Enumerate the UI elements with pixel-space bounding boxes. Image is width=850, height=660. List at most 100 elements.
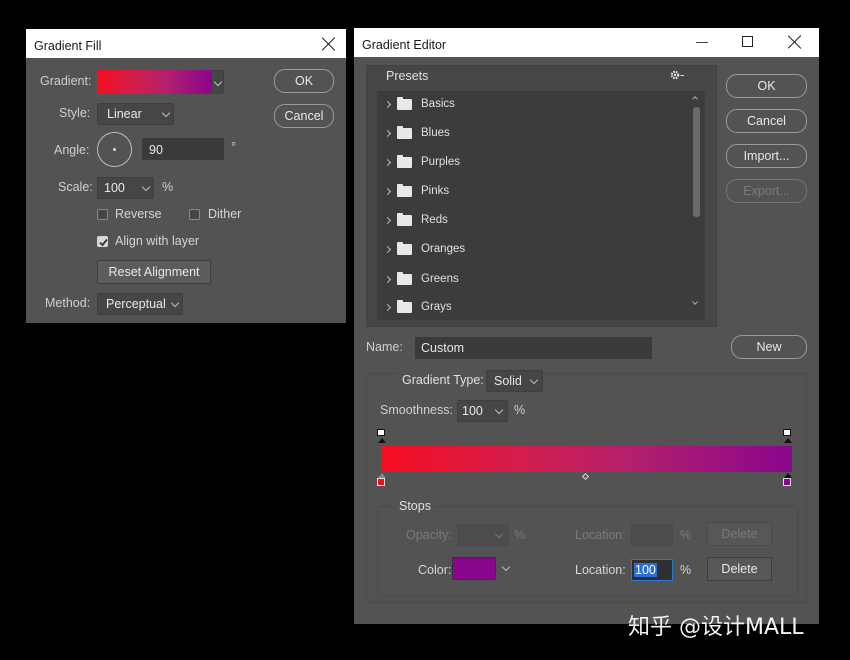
smoothness-value: 100 xyxy=(462,404,483,418)
scrollbar-thumb[interactable] xyxy=(693,107,700,217)
cancel-button[interactable]: Cancel xyxy=(726,109,807,133)
gradient-picker-dropdown[interactable] xyxy=(211,70,224,94)
degree-unit: ° xyxy=(231,140,236,154)
method-select[interactable]: Perceptual xyxy=(97,293,183,315)
opacity-location-label: Location: xyxy=(575,528,626,542)
scale-unit: % xyxy=(162,180,174,194)
dither-checkbox[interactable] xyxy=(189,209,200,220)
gradient-editor-dialog: Gradient Editor Presets Basics Blues Pur… xyxy=(354,28,819,624)
chevron-down-icon[interactable] xyxy=(501,562,511,572)
chevron-right-icon[interactable] xyxy=(383,187,392,196)
new-button[interactable]: New xyxy=(731,335,807,359)
stops-group: Stops Opacity: % Location: % Delete Colo… xyxy=(377,499,798,596)
angle-dial[interactable] xyxy=(97,132,132,167)
preset-folder[interactable]: Oranges xyxy=(377,237,687,266)
presets-panel: Presets Basics Blues Purples Pinks Reds … xyxy=(366,65,717,327)
preset-folder-label: Grays xyxy=(421,301,452,313)
dither-label: Dither xyxy=(208,207,242,221)
opacity-stop-right[interactable] xyxy=(783,429,793,443)
preset-folder-label: Reds xyxy=(421,214,448,226)
chevron-right-icon[interactable] xyxy=(383,303,392,312)
angle-label: Angle: xyxy=(54,143,90,157)
chevron-down-icon xyxy=(529,375,539,385)
color-delete-label: Delete xyxy=(721,562,758,576)
gradient-fill-titlebar: Gradient Fill xyxy=(26,29,346,58)
smoothness-unit: % xyxy=(514,403,526,417)
chevron-right-icon[interactable] xyxy=(383,275,392,284)
opacity-unit: % xyxy=(514,528,526,542)
chevron-down-icon xyxy=(213,77,223,87)
reset-alignment-button[interactable]: Reset Alignment xyxy=(97,260,211,284)
name-input[interactable]: Custom xyxy=(415,337,652,359)
close-icon[interactable] xyxy=(322,37,336,51)
checkmark-icon xyxy=(99,238,108,247)
style-label: Style: xyxy=(59,106,91,120)
color-delete-button[interactable]: Delete xyxy=(707,557,772,581)
opacity-stop-swatch xyxy=(783,429,791,436)
color-location-unit: % xyxy=(680,563,692,577)
angle-dial-dot xyxy=(113,148,116,151)
gradient-settings-group: Gradient Type: Solid Smoothness: 100 % S… xyxy=(366,370,807,603)
chevron-right-icon[interactable] xyxy=(383,216,392,225)
gradient-type-value: Solid xyxy=(494,374,522,388)
align-with-layer-checkbox[interactable] xyxy=(97,236,108,247)
export-label: Export... xyxy=(743,184,790,198)
ok-button[interactable]: OK xyxy=(274,69,334,93)
close-icon[interactable] xyxy=(788,35,802,49)
preset-folder[interactable]: Basics xyxy=(377,92,687,121)
cancel-button[interactable]: Cancel xyxy=(274,104,334,128)
presets-scrollbar[interactable] xyxy=(688,91,705,320)
color-stop-swatch-purple xyxy=(783,478,791,486)
presets-list[interactable]: Basics Blues Purples Pinks Reds Oranges … xyxy=(377,91,705,320)
gradient-fill-title: Gradient Fill xyxy=(34,39,102,53)
chevron-down-icon xyxy=(161,108,171,118)
smoothness-select[interactable]: 100 xyxy=(457,400,508,422)
preset-folder-label: Purples xyxy=(421,156,460,168)
chevron-down-icon xyxy=(494,405,504,415)
reverse-label: Reverse xyxy=(115,207,162,221)
preset-folder[interactable]: Blues xyxy=(377,121,687,150)
angle-input[interactable]: 90 xyxy=(142,138,224,160)
gradient-preview[interactable] xyxy=(97,70,211,94)
stops-label: Stops xyxy=(396,499,434,513)
preset-folder-label: Basics xyxy=(421,98,455,110)
gradient-type-select[interactable]: Solid xyxy=(486,370,543,392)
scroll-up-icon[interactable] xyxy=(692,96,698,102)
preset-folder[interactable]: Grays xyxy=(377,295,687,320)
preset-folder[interactable]: Pinks xyxy=(377,179,687,208)
color-swatch[interactable] xyxy=(452,557,496,580)
preset-folder[interactable]: Greens xyxy=(377,267,687,296)
color-stop-swatch-red xyxy=(377,478,385,486)
scroll-down-icon[interactable] xyxy=(692,299,698,305)
chevron-right-icon[interactable] xyxy=(383,158,392,167)
cancel-label: Cancel xyxy=(284,109,324,123)
scale-value: 100 xyxy=(104,181,125,195)
chevron-right-icon[interactable] xyxy=(383,129,392,138)
opacity-stop-left[interactable] xyxy=(377,429,387,443)
opacity-delete-label: Delete xyxy=(721,527,758,541)
color-stop-right[interactable] xyxy=(783,473,795,489)
opacity-stop-swatch xyxy=(377,429,385,436)
color-stop-left[interactable] xyxy=(377,473,389,489)
style-select[interactable]: Linear xyxy=(97,103,174,125)
color-location-input[interactable]: 100 xyxy=(631,559,673,581)
reverse-checkbox[interactable] xyxy=(97,209,108,220)
preset-folder[interactable]: Purples xyxy=(377,150,687,179)
export-button[interactable]: Export... xyxy=(726,179,807,203)
color-location-label: Location: xyxy=(575,563,626,577)
cancel-label: Cancel xyxy=(747,114,786,128)
gradient-bar[interactable] xyxy=(381,446,792,472)
scale-select[interactable]: 100 xyxy=(97,177,154,199)
gradient-fill-dialog: Gradient Fill Gradient: Style: Linear An… xyxy=(26,29,346,323)
folder-icon xyxy=(397,97,412,110)
folder-icon xyxy=(397,242,412,255)
gear-icon[interactable] xyxy=(669,69,685,81)
preset-folder[interactable]: Reds xyxy=(377,208,687,237)
import-button[interactable]: Import... xyxy=(726,144,807,168)
midpoint-diamond[interactable] xyxy=(581,472,590,481)
chevron-right-icon[interactable] xyxy=(383,245,392,254)
ok-button[interactable]: OK xyxy=(726,74,807,98)
maximize-icon[interactable] xyxy=(742,36,753,47)
chevron-right-icon[interactable] xyxy=(383,100,392,109)
minimize-icon[interactable] xyxy=(696,42,708,43)
